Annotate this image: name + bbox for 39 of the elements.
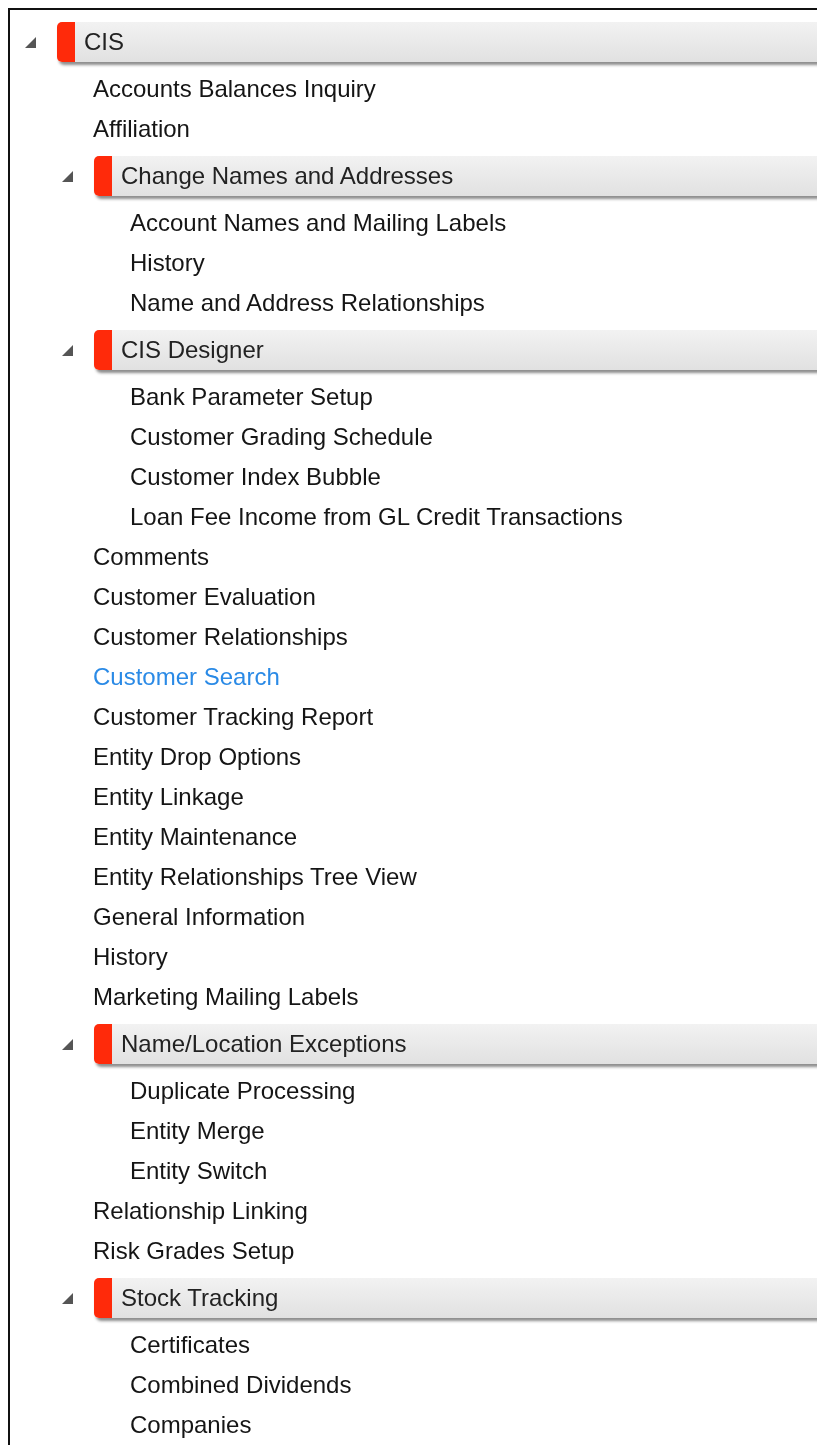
tree-item[interactable]: Combined Dividends xyxy=(130,1371,352,1399)
tree-item[interactable]: Relationship Linking xyxy=(93,1197,308,1225)
group-header[interactable]: Name/Location Exceptions xyxy=(94,1024,817,1064)
expand-arrow-icon[interactable] xyxy=(62,170,73,182)
group-header[interactable]: CIS xyxy=(57,22,817,62)
tree-item[interactable]: History xyxy=(130,249,205,277)
tree-item[interactable]: Marketing Mailing Labels xyxy=(93,983,359,1011)
tree-item[interactable]: Entity Relationships Tree View xyxy=(93,863,417,891)
tree-item[interactable]: Customer Grading Schedule xyxy=(130,423,433,451)
expand-arrow-icon[interactable] xyxy=(62,344,73,356)
tree-item[interactable]: Affiliation xyxy=(93,115,190,143)
expand-arrow-icon[interactable] xyxy=(62,1292,73,1304)
tree-item[interactable]: Comments xyxy=(93,543,210,571)
tree-item[interactable]: Customer Relationships xyxy=(93,623,348,651)
group-header[interactable]: CIS Designer xyxy=(94,330,817,370)
tree-item[interactable]: Entity Switch xyxy=(130,1157,268,1185)
tree-item[interactable]: Customer Search xyxy=(93,663,280,691)
tree-item[interactable]: Entity Maintenance xyxy=(93,823,298,851)
expand-arrow-icon[interactable] xyxy=(25,36,36,48)
tree-item[interactable]: Customer Evaluation xyxy=(93,583,316,611)
group-header[interactable]: Change Names and Addresses xyxy=(94,156,817,196)
tree-item[interactable]: Companies xyxy=(130,1411,252,1439)
tree-item[interactable]: Entity Drop Options xyxy=(93,743,302,771)
tree-item[interactable]: General Information xyxy=(93,903,306,931)
tree-item[interactable]: Entity Merge xyxy=(130,1117,265,1145)
tree-item[interactable]: Customer Index Bubble xyxy=(130,463,381,491)
tree-item[interactable]: Duplicate Processing xyxy=(130,1077,356,1105)
tree-item[interactable]: Accounts Balances Inquiry xyxy=(93,75,376,103)
tree-item[interactable]: Name and Address Relationships xyxy=(130,289,485,317)
tree-item[interactable]: Account Names and Mailing Labels xyxy=(130,209,507,237)
tree-item[interactable]: Customer Tracking Report xyxy=(93,703,374,731)
tree-item[interactable]: Risk Grades Setup xyxy=(93,1237,295,1265)
expand-arrow-icon[interactable] xyxy=(62,1038,73,1050)
tree-item[interactable]: Certificates xyxy=(130,1331,251,1359)
group-header[interactable]: Stock Tracking xyxy=(94,1278,817,1318)
tree-item[interactable]: History xyxy=(93,943,168,971)
tree-item[interactable]: Bank Parameter Setup xyxy=(130,383,373,411)
tree-item[interactable]: Loan Fee Income from GL Credit Transactions xyxy=(130,503,623,531)
tree-item[interactable]: Entity Linkage xyxy=(93,783,244,811)
